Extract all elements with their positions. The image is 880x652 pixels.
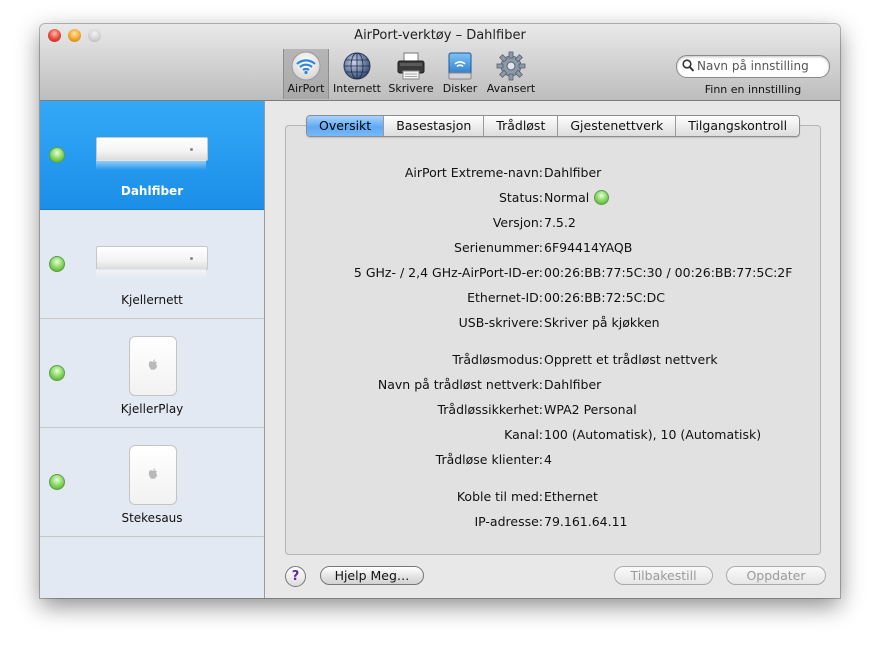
info-label: Kanal: <box>504 427 543 442</box>
gear-icon <box>496 51 526 81</box>
info-label: Status: <box>498 190 543 205</box>
sidebar-item-kjellerplay[interactable]: KjellerPlay <box>40 319 264 428</box>
status-value-wrap: Normal <box>544 190 610 205</box>
toolbar-skrivere[interactable]: Skrivere <box>386 49 436 99</box>
airport-wifi-icon <box>291 51 321 81</box>
info-row-airport-id: 5 GHz- / 2,4 GHz-AirPort-ID-er: 00:26:BB… <box>265 265 840 283</box>
info-row-ip-address: IP-adresse: 79.161.64.11 <box>265 514 840 532</box>
info-label: Serienummer: <box>454 240 543 255</box>
sidebar-item-stekesaus[interactable]: Stekesaus <box>40 428 264 537</box>
update-button[interactable]: Oppdater <box>726 566 826 585</box>
airport-utility-window: AirPort-verktøy – Dahlfiber AirPort Inte… <box>40 24 840 598</box>
info-value: Skriver på kjøkken <box>544 315 660 330</box>
info-row-status: Status: Normal <box>265 190 840 208</box>
info-value: Normal <box>544 190 590 205</box>
search-caption: Finn en innstilling <box>704 83 802 96</box>
info-row-wireless-mode: Trådløsmodus: Opprett et trådløst nettve… <box>265 352 840 370</box>
revert-button[interactable]: Tilbakestill <box>614 566 713 585</box>
search-field[interactable] <box>676 55 830 78</box>
content-pane: Oversikt Basestasjon Trådløst Gjestenett… <box>265 101 840 598</box>
toolbar-airport[interactable]: AirPort <box>283 49 329 99</box>
info-row-usb-printers: USB-skrivere: Skriver på kjøkken <box>265 315 840 333</box>
info-label: Trådløsmodus: <box>452 352 543 367</box>
info-row-channel: Kanal: 100 (Automatisk), 10 (Automatisk) <box>265 427 840 445</box>
toolbar-disker[interactable]: Disker <box>439 49 481 99</box>
sidebar-item-label: Kjellernett <box>121 293 183 307</box>
apple-logo-icon <box>148 359 158 370</box>
apple-logo-icon <box>148 468 158 479</box>
sidebar-item-label: Stekesaus <box>121 511 183 525</box>
info-label: Trådløse klienter: <box>435 452 543 467</box>
info-label: Versjon: <box>492 215 543 230</box>
info-value: 00:26:BB:77:5C:30 / 00:26:BB:77:5C:2F <box>544 265 793 280</box>
globe-icon <box>343 52 371 80</box>
sidebar-item-kjellernett[interactable]: Kjellernett <box>40 210 264 319</box>
info-label: Koble til med: <box>456 489 543 504</box>
toolbar-avansert[interactable]: Avansert <box>485 49 537 99</box>
info-value: 7.5.2 <box>544 215 576 230</box>
info-value: Dahlfiber <box>544 165 602 180</box>
info-row-version: Versjon: 7.5.2 <box>265 215 840 233</box>
status-ok-icon <box>49 474 65 490</box>
summary-info: AirPort Extreme-navn: Dahlfiber Status: … <box>265 101 840 529</box>
info-row-connect-using: Koble til med: Ethernet <box>265 489 840 507</box>
info-value: Opprett et trådløst nettverk <box>544 352 718 367</box>
airport-express-icon <box>129 336 177 396</box>
toolbar-internett[interactable]: Internett <box>331 49 383 99</box>
info-value: 100 (Automatisk), 10 (Automatisk) <box>544 427 762 442</box>
window-title: AirPort-verktøy – Dahlfiber <box>354 28 526 43</box>
info-row-clients: Trådløse klienter: 4 <box>265 452 840 470</box>
info-label: Trådløssikkerhet: <box>437 402 543 417</box>
airport-express-icon <box>129 445 177 505</box>
info-row-security: Trådløssikkerhet: WPA2 Personal <box>265 402 840 420</box>
status-ok-icon <box>49 147 65 163</box>
help-me-button[interactable]: Hjelp Meg… <box>320 566 424 585</box>
info-label: IP-adresse: <box>474 514 543 529</box>
status-ok-icon <box>49 365 65 381</box>
status-ok-icon <box>594 190 610 205</box>
airport-extreme-icon <box>96 246 208 270</box>
info-label: Navn på trådløst nettverk: <box>377 377 543 392</box>
info-label: AirPort Extreme-navn: <box>404 165 543 180</box>
info-label: Ethernet-ID: <box>467 290 543 305</box>
sidebar-item-label: KjellerPlay <box>120 402 184 416</box>
info-value: Ethernet <box>544 489 598 504</box>
sidebar-item-label: Dahlfiber <box>120 184 184 198</box>
sidebar-item-dahlfiber[interactable]: Dahlfiber <box>40 101 264 210</box>
info-row-ethernet-id: Ethernet-ID: 00:26:BB:72:5C:DC <box>265 290 840 308</box>
info-value: Dahlfiber <box>544 377 602 392</box>
search-input[interactable] <box>697 57 823 75</box>
title-bar: AirPort-verktøy – Dahlfiber AirPort Inte… <box>40 24 840 101</box>
help-button[interactable]: ? <box>285 566 306 587</box>
disk-icon <box>448 52 472 80</box>
info-value: 4 <box>544 452 552 467</box>
info-label: USB-skrivere: <box>458 315 543 330</box>
info-value: 79.161.64.11 <box>544 514 628 529</box>
info-label: 5 GHz- / 2,4 GHz-AirPort-ID-er: <box>353 265 543 280</box>
info-row-name: AirPort Extreme-navn: Dahlfiber <box>265 165 840 183</box>
info-row-network-name: Navn på trådløst nettverk: Dahlfiber <box>265 377 840 395</box>
info-value: WPA2 Personal <box>544 402 637 417</box>
base-station-list: Dahlfiber Kjellernett KjellerPlay Stekes… <box>40 101 265 598</box>
magnifier-icon <box>682 59 695 72</box>
info-value: 00:26:BB:72:5C:DC <box>544 290 665 305</box>
printer-icon <box>397 52 425 80</box>
info-row-serial: Serienummer: 6F94414YAQB <box>265 240 840 258</box>
airport-extreme-icon <box>96 137 208 161</box>
info-value: 6F94414YAQB <box>544 240 633 255</box>
status-ok-icon <box>49 256 65 272</box>
